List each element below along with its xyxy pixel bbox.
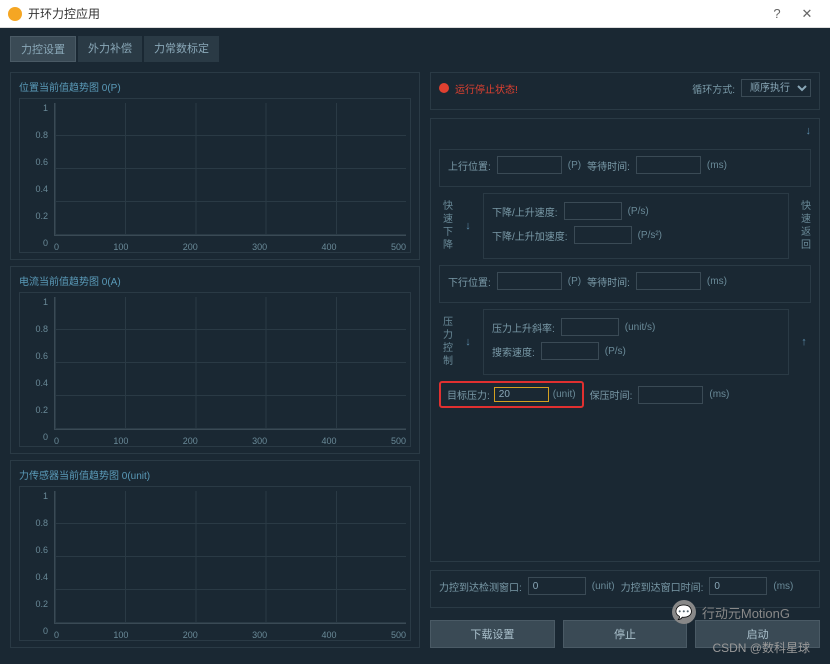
chart-title: 位置当前值趋势图 0(P): [19, 79, 411, 94]
speed-label: 下降/上升速度:: [492, 204, 558, 219]
csdn-watermark: CSDN @数科星球: [712, 639, 810, 656]
chart-force: 10.80.60.40.20 0100200300400500: [19, 486, 411, 641]
chart-panel-position: 位置当前值趋势图 0(P) 10.80.60.40.20 01002003004…: [10, 72, 420, 260]
y-axis-labels: 10.80.60.40.20: [20, 99, 50, 252]
up-wait-label: 等待时间:: [587, 158, 630, 173]
chart-title: 力传感器当前值趋势图 0(unit): [19, 467, 411, 482]
x-axis-labels: 0100200300400500: [54, 242, 406, 252]
down-arrow-icon: ↓: [465, 220, 471, 232]
down-position-row: 下行位置: (P) 等待时间: (ms): [439, 265, 811, 303]
settings-column: 运行停止状态! 循环方式: 顺序执行 ↓ 上行位置: (P) 等待时间: (ms…: [430, 72, 820, 652]
plot-area: [54, 491, 406, 624]
acc-unit: (P/s²): [638, 230, 662, 241]
rise-label: 压力上升斜率:: [492, 320, 555, 335]
press-params-panel: 压力上升斜率: (unit/s) 搜索速度: (P/s): [483, 309, 789, 375]
down-pos-label: 下行位置:: [448, 274, 491, 289]
arrive-win-unit: (unit): [592, 581, 615, 592]
acc-input[interactable]: [574, 226, 632, 244]
tab-bar: 力控设置 外力补偿 力常数标定: [0, 28, 830, 66]
status-panel: 运行停止状态! 循环方式: 顺序执行: [430, 72, 820, 110]
speed-input[interactable]: [564, 202, 622, 220]
up-pos-unit: (P): [568, 160, 581, 171]
down-arrow-icon: ↓: [465, 336, 471, 348]
charts-column: 位置当前值趋势图 0(P) 10.80.60.40.20 01002003004…: [10, 72, 420, 652]
window-title: 开环力控应用: [28, 5, 762, 22]
target-row: 目标压力: 20 (unit) 保压时间: (ms): [439, 381, 811, 408]
speed-panel: 下降/上升速度: (P/s) 下降/上升加速度: (P/s²): [483, 193, 789, 259]
up-wait-input[interactable]: [636, 156, 701, 174]
app-body: 力控设置 外力补偿 力常数标定 位置当前值趋势图 0(P) 10.80.60.4…: [0, 28, 830, 664]
stop-button[interactable]: 停止: [563, 620, 688, 648]
target-press-input[interactable]: 20: [494, 387, 549, 402]
search-input[interactable]: [541, 342, 599, 360]
plot-area: [54, 297, 406, 430]
down-pos-input[interactable]: [497, 272, 562, 290]
chart-panel-current: 电流当前值趋势图 0(A) 10.80.60.40.20 01002003004…: [10, 266, 420, 454]
wechat-watermark: 💬 行动元MotionG: [672, 600, 790, 624]
arrive-win-input[interactable]: [528, 577, 586, 595]
x-axis-labels: 0100200300400500: [54, 436, 406, 446]
down-wait-input[interactable]: [636, 272, 701, 290]
y-axis-labels: 10.80.60.40.20: [20, 293, 50, 446]
close-button[interactable]: ✕: [792, 6, 822, 22]
x-axis-labels: 0100200300400500: [54, 630, 406, 640]
wechat-icon: 💬: [672, 600, 696, 624]
down-pos-unit: (P): [568, 276, 581, 287]
tab-force-const-calib[interactable]: 力常数标定: [144, 36, 219, 62]
down-arrow-icon: ↓: [806, 125, 812, 137]
arrive-time-unit: (ms): [773, 581, 793, 592]
target-pressure-highlight: 目标压力: 20 (unit): [439, 381, 584, 408]
help-button[interactable]: ?: [762, 6, 792, 21]
acc-label: 下降/上升加速度:: [492, 228, 568, 243]
press-ctrl-block: 压力控制 ↓ 压力上升斜率: (unit/s) 搜索速度: (P/s): [439, 309, 811, 375]
search-label: 搜索速度:: [492, 344, 535, 359]
content: 位置当前值趋势图 0(P) 10.80.60.40.20 01002003004…: [0, 66, 830, 658]
chart-panel-force: 力传感器当前值趋势图 0(unit) 10.80.60.40.20 010020…: [10, 460, 420, 648]
up-arrow-icon: ↑: [801, 336, 807, 348]
download-button[interactable]: 下载设置: [430, 620, 555, 648]
titlebar: 开环力控应用 ? ✕: [0, 0, 830, 28]
up-position-row: 上行位置: (P) 等待时间: (ms): [439, 149, 811, 187]
fast-down-block: 快速下降 ↓ 下降/上升速度: (P/s) 下降/上升加速度: (P/s²): [439, 193, 811, 259]
arrive-time-input[interactable]: [709, 577, 767, 595]
arrive-time-label: 力控到达窗口时间:: [621, 579, 704, 594]
loop-mode-select[interactable]: 顺序执行: [741, 79, 811, 97]
plot-area: [54, 103, 406, 236]
app-icon: [8, 7, 22, 21]
hold-input[interactable]: [638, 386, 703, 404]
target-press-label: 目标压力:: [447, 387, 490, 402]
tab-force-settings[interactable]: 力控设置: [10, 36, 76, 62]
chart-position: 10.80.60.40.20 0100200300400500: [19, 98, 411, 253]
status-text: 运行停止状态!: [455, 81, 518, 96]
up-wait-unit: (ms): [707, 160, 727, 171]
arrive-win-label: 力控到达检测窗口:: [439, 579, 522, 594]
chart-current: 10.80.60.40.20 0100200300400500: [19, 292, 411, 447]
fast-down-label: 快速下降: [439, 200, 454, 252]
hold-label: 保压时间:: [590, 387, 633, 402]
up-pos-input[interactable]: [497, 156, 562, 174]
chart-title: 电流当前值趋势图 0(A): [19, 273, 411, 288]
motion-panel: ↓ 上行位置: (P) 等待时间: (ms) 快速下降 ↓: [430, 118, 820, 562]
hold-unit: (ms): [709, 389, 729, 400]
loop-mode-label: 循环方式:: [692, 81, 735, 96]
wechat-text: 行动元MotionG: [702, 603, 790, 622]
press-ctrl-label: 压力控制: [439, 316, 454, 368]
status-indicator-icon: [439, 83, 449, 93]
fast-return-label: 快速返回: [797, 200, 812, 252]
rise-unit: (unit/s): [625, 322, 656, 333]
speed-unit: (P/s): [628, 206, 649, 217]
tab-ext-force-comp[interactable]: 外力补偿: [78, 36, 142, 62]
search-unit: (P/s): [605, 346, 626, 357]
down-wait-unit: (ms): [707, 276, 727, 287]
down-wait-label: 等待时间:: [587, 274, 630, 289]
up-pos-label: 上行位置:: [448, 158, 491, 173]
y-axis-labels: 10.80.60.40.20: [20, 487, 50, 640]
rise-input[interactable]: [561, 318, 619, 336]
target-press-unit: (unit): [553, 389, 576, 400]
